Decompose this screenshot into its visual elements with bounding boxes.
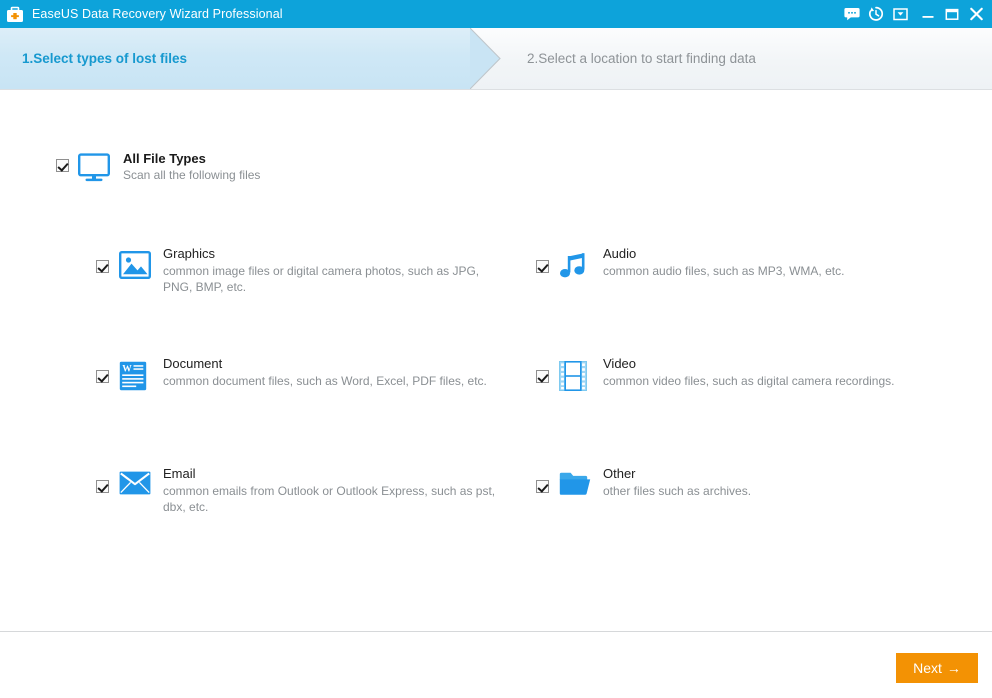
close-button[interactable] [964, 2, 988, 26]
step-separator-chevron-icon [470, 28, 504, 89]
other-subtitle: other files such as archives. [603, 484, 752, 498]
file-type-item-email[interactable]: Email common emails from Outlook or Outl… [96, 465, 516, 515]
document-subtitle: common document files, such as Word, Exc… [163, 374, 487, 388]
checkbox-checked-icon [96, 480, 109, 493]
feedback-chat-icon[interactable] [840, 2, 864, 26]
window-title: EaseUS Data Recovery Wizard Professional [32, 7, 283, 21]
next-button-label: Next [913, 660, 942, 676]
checkbox-checked-icon [536, 370, 549, 383]
graphics-subtitle: common image files or digital camera pho… [163, 264, 480, 294]
history-clock-icon[interactable] [864, 2, 888, 26]
email-checkbox[interactable] [96, 480, 109, 498]
document-checkbox[interactable] [96, 370, 109, 388]
film-strip-icon [559, 361, 591, 393]
svg-text:W: W [122, 364, 132, 374]
step-progress-header: 1.Select types of lost files 2.Select a … [0, 28, 992, 90]
all-file-types-checkbox[interactable] [56, 159, 69, 177]
checkbox-checked-icon [536, 480, 549, 493]
all-file-types-title: All File Types [123, 151, 206, 166]
video-title: Video [603, 356, 637, 371]
other-title: Other [603, 466, 636, 481]
maximize-button[interactable] [940, 2, 964, 26]
audio-checkbox[interactable] [536, 260, 549, 278]
email-subtitle: common emails from Outlook or Outlook Ex… [163, 484, 496, 514]
graphics-checkbox[interactable] [96, 260, 109, 278]
audio-title: Audio [603, 246, 637, 261]
step-1-label[interactable]: 1.Select types of lost files [22, 28, 187, 89]
email-title: Email [163, 466, 196, 481]
music-note-icon [559, 251, 591, 283]
file-type-item-other[interactable]: Other other files such as archives. [536, 465, 956, 503]
envelope-icon [119, 471, 151, 503]
video-checkbox[interactable] [536, 370, 549, 388]
file-type-item-document[interactable]: W Document common document files, such a… [96, 355, 516, 393]
updates-box-icon[interactable] [888, 2, 912, 26]
other-texts: Other other files such as archives. [603, 465, 751, 499]
all-file-types-row[interactable]: All File Types Scan all the following fi… [56, 150, 260, 183]
checkbox-checked-icon [56, 159, 69, 172]
step-2-label[interactable]: 2.Select a location to start finding dat… [527, 28, 756, 89]
image-icon [119, 251, 151, 283]
graphics-title: Graphics [163, 246, 216, 261]
audio-texts: Audio common audio files, such as MP3, W… [603, 245, 844, 279]
first-aid-kit-icon [6, 6, 24, 23]
file-type-selection-panel: All File Types Scan all the following fi… [0, 90, 992, 631]
all-file-types-texts: All File Types Scan all the following fi… [123, 150, 260, 183]
next-button[interactable]: Next → [896, 653, 978, 683]
checkbox-checked-icon [96, 370, 109, 383]
video-subtitle: common video files, such as digital came… [603, 374, 895, 388]
all-file-types-subtitle: Scan all the following files [123, 168, 261, 182]
file-type-item-graphics[interactable]: Graphics common image files or digital c… [96, 245, 516, 295]
file-type-item-video[interactable]: Video common video files, such as digita… [536, 355, 956, 393]
email-texts: Email common emails from Outlook or Outl… [163, 465, 503, 515]
checkbox-checked-icon [96, 260, 109, 273]
graphics-texts: Graphics common image files or digital c… [163, 245, 503, 295]
document-icon: W [119, 361, 151, 393]
audio-subtitle: common audio files, such as MP3, WMA, et… [603, 264, 845, 278]
document-texts: Document common document files, such as … [163, 355, 487, 389]
title-bar: EaseUS Data Recovery Wizard Professional [0, 0, 992, 28]
application-window: EaseUS Data Recovery Wizard Professional [0, 0, 992, 698]
document-title: Document [163, 356, 223, 371]
file-type-item-audio[interactable]: Audio common audio files, such as MP3, W… [536, 245, 956, 283]
checkbox-checked-icon [536, 260, 549, 273]
footer-bar: Next → [0, 631, 992, 698]
other-checkbox[interactable] [536, 480, 549, 498]
arrow-right-icon: → [946, 660, 961, 676]
folder-icon [559, 471, 591, 503]
video-texts: Video common video files, such as digita… [603, 355, 894, 389]
minimize-button[interactable] [916, 2, 940, 26]
monitor-icon [77, 152, 111, 183]
